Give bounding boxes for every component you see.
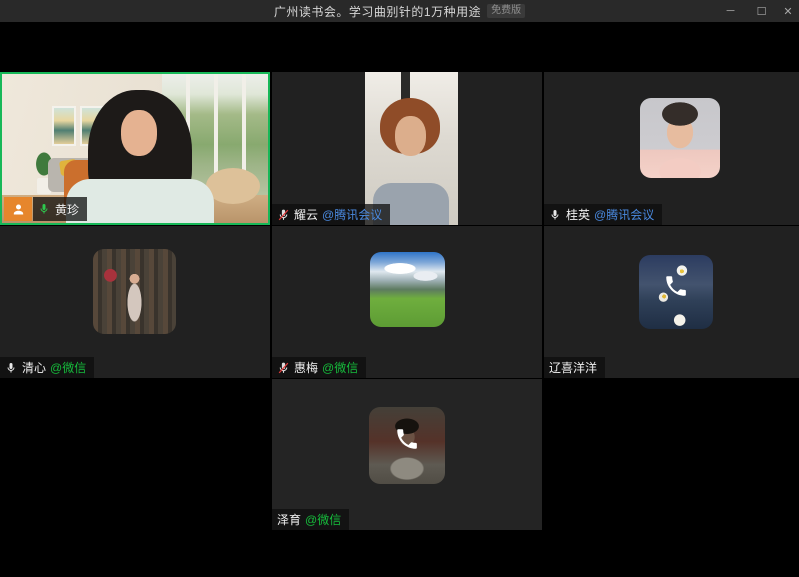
participant-avatar (370, 252, 445, 327)
person-face (395, 116, 426, 156)
nameplate: 惠梅 @微信 (272, 357, 366, 378)
video-tile-liaoxiyangyang[interactable]: 辽喜洋洋 (544, 226, 799, 378)
nameplate: 泽育 @微信 (272, 509, 349, 530)
video-grid: 黄珍 耀云 @腾讯会议 (0, 22, 799, 577)
participant-name: 惠梅 (294, 359, 318, 376)
nameplate: 清心 @微信 (0, 357, 94, 378)
host-indicator-badge (4, 197, 32, 221)
mic-on-icon (5, 361, 18, 375)
nameplate: 辽喜洋洋 (544, 357, 605, 378)
person-body (66, 179, 214, 223)
phone-call-icon (661, 271, 691, 301)
participant-platform: @腾讯会议 (322, 206, 382, 223)
video-tile-huimei[interactable]: 惠梅 @微信 (272, 226, 542, 378)
virtual-bg-beanbag (206, 168, 260, 204)
titlebar: 广州读书会。学习曲别针的1万种用途 免费版 ─ ☐ ✕ (0, 0, 799, 22)
participant-name: 耀云 (294, 206, 318, 223)
nameplate: 耀云 @腾讯会议 (272, 204, 390, 225)
participant-avatar (93, 249, 176, 334)
mic-on-icon (549, 208, 562, 222)
close-button[interactable]: ✕ (777, 0, 799, 22)
nameplate-row: 桂英 @腾讯会议 (544, 204, 662, 225)
nameplate: 桂英 @腾讯会议 (544, 204, 662, 225)
mic-muted-icon (277, 208, 290, 222)
video-tile-zeyu[interactable]: 泽育 @微信 (272, 379, 542, 530)
window-controls: ─ ☐ ✕ (715, 0, 799, 22)
participant-video (365, 72, 458, 225)
nameplate-row: 清心 @微信 (0, 357, 94, 378)
participant-avatar (639, 255, 713, 329)
nameplate-row: 耀云 @腾讯会议 (272, 204, 390, 225)
nameplate-row: 惠梅 @微信 (272, 357, 366, 378)
person-face (121, 110, 157, 156)
phone-call-icon (392, 424, 422, 454)
mic-on-icon (38, 202, 51, 216)
mic-muted-icon (277, 361, 290, 375)
painting (52, 106, 76, 146)
participant-name: 泽育 (277, 511, 301, 528)
participant-platform: @微信 (322, 359, 358, 376)
free-version-badge: 免费版 (487, 4, 525, 18)
participant-platform: @腾讯会议 (594, 206, 654, 223)
video-tile-guiying[interactable]: 桂英 @腾讯会议 (544, 72, 799, 225)
video-tile-qingxin[interactable]: 清心 @微信 (0, 226, 270, 378)
nameplate-row: 泽育 @微信 (272, 509, 349, 530)
video-tile-huangzhen[interactable]: 黄珍 (0, 72, 270, 225)
participant-avatar (369, 407, 445, 484)
participant-platform: @微信 (50, 359, 86, 376)
participant-name: 黄珍 (55, 201, 79, 218)
participant-name: 清心 (22, 359, 46, 376)
meeting-title: 广州读书会。学习曲别针的1万种用途 (274, 3, 481, 20)
nameplate-row: 黄珍 (4, 197, 87, 221)
nameplate-row: 辽喜洋洋 (544, 357, 605, 378)
participant-avatar (640, 98, 720, 178)
nameplate: 黄珍 (33, 197, 87, 221)
person-icon (11, 202, 26, 217)
participant-name: 辽喜洋洋 (549, 359, 597, 376)
participant-platform: @微信 (305, 511, 341, 528)
maximize-button[interactable]: ☐ (746, 0, 777, 22)
titlebar-center: 广州读书会。学习曲别针的1万种用途 免费版 (274, 3, 525, 20)
video-tile-yaoyun[interactable]: 耀云 @腾讯会议 (272, 72, 542, 225)
participant-name: 桂英 (566, 206, 590, 223)
minimize-button[interactable]: ─ (715, 0, 746, 22)
